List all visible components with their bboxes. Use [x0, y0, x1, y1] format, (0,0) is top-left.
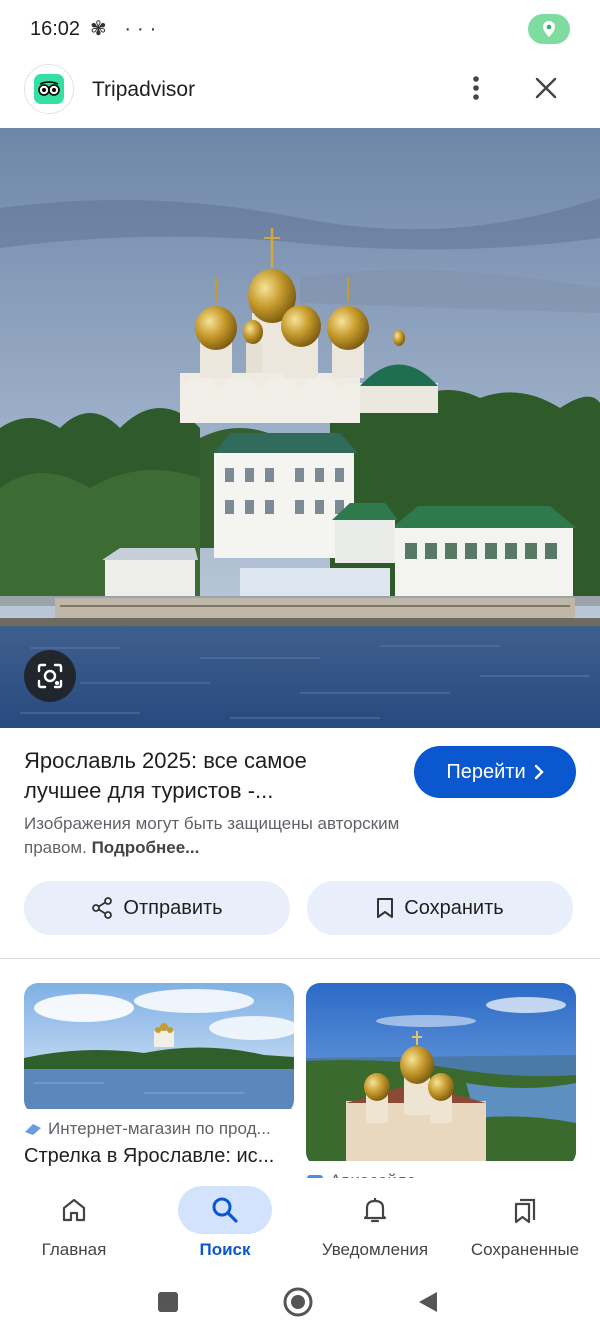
result-title[interactable]: Ярославль 2025: все самое лучшее для тур…	[24, 746, 384, 806]
save-button[interactable]: Сохранить	[307, 881, 573, 935]
status-notification-icons: ✾ ···	[90, 18, 163, 40]
copyright-notice: Изображения могут быть защищены авторски…	[24, 812, 454, 860]
circle-icon	[283, 1287, 313, 1317]
home-system-button[interactable]	[280, 1284, 316, 1320]
bottom-navigation: Главная Поиск Уведомления Сохраненные	[0, 1178, 600, 1272]
share-button[interactable]: Отправить	[24, 881, 290, 935]
saved-collections-icon	[514, 1198, 536, 1224]
save-button-label: Сохранить	[404, 896, 504, 919]
nav-item-search[interactable]: Поиск	[178, 1178, 272, 1272]
owl-icon	[38, 81, 60, 96]
back-button[interactable]	[410, 1284, 446, 1320]
square-icon	[158, 1292, 178, 1312]
visit-button-label: Перейти	[446, 760, 526, 783]
nav-item-home[interactable]: Главная	[27, 1178, 121, 1272]
related-title[interactable]: Стрелка в Ярославле: ис...	[24, 1145, 274, 1168]
share-icon	[92, 897, 113, 919]
close-button[interactable]	[530, 72, 562, 104]
nav-item-saved[interactable]: Сохраненные	[462, 1178, 588, 1272]
copyright-text: Изображения могут быть защищены авторски…	[24, 814, 400, 857]
site-name: Tripadvisor	[92, 78, 196, 101]
status-bar: 16:02 ✾ ···	[0, 0, 600, 58]
back-triangle-icon	[419, 1292, 437, 1312]
chevron-right-icon	[534, 764, 544, 780]
app-header: Tripadvisor	[0, 60, 600, 126]
bookmark-icon	[377, 898, 394, 918]
share-button-label: Отправить	[123, 896, 223, 919]
more-options-button[interactable]	[460, 72, 492, 104]
nav-label-search: Поиск	[199, 1240, 251, 1259]
system-navigation-bar	[0, 1272, 600, 1333]
visit-button[interactable]: Перейти	[414, 746, 576, 798]
related-thumbnail[interactable]	[306, 983, 576, 1166]
google-lens-button[interactable]	[24, 650, 76, 702]
search-icon	[212, 1197, 238, 1223]
lens-icon	[37, 663, 63, 689]
bell-icon	[363, 1198, 387, 1223]
related-source: Интернет-магазин по прод...	[24, 1119, 271, 1139]
nav-item-notifications[interactable]: Уведомления	[310, 1178, 440, 1272]
recent-apps-button[interactable]	[150, 1284, 186, 1320]
tripadvisor-logo	[24, 64, 74, 114]
cathedral-photo	[0, 128, 600, 728]
related-thumbnail[interactable]	[24, 983, 294, 1114]
related-result-card[interactable]: Интернет-магазин по прод... Стрелка в Яр…	[24, 983, 294, 1167]
hero-image[interactable]	[0, 128, 600, 728]
status-time: 16:02	[30, 18, 81, 40]
location-indicator	[528, 14, 570, 44]
close-icon	[535, 77, 557, 99]
related-result-card[interactable]: Авиасейлс	[306, 983, 576, 1190]
more-vert-icon	[473, 76, 479, 100]
related-source-label: Интернет-магазин по прод...	[48, 1119, 271, 1138]
location-pin-icon	[543, 21, 555, 37]
nav-label-notifications: Уведомления	[321, 1240, 429, 1259]
store-favicon-icon	[25, 1124, 41, 1135]
nav-label-home: Главная	[41, 1240, 107, 1259]
nav-label-saved: Сохраненные	[470, 1240, 580, 1259]
home-icon	[62, 1198, 86, 1222]
learn-more-link[interactable]: Подробнее...	[92, 838, 200, 857]
divider	[0, 958, 600, 959]
